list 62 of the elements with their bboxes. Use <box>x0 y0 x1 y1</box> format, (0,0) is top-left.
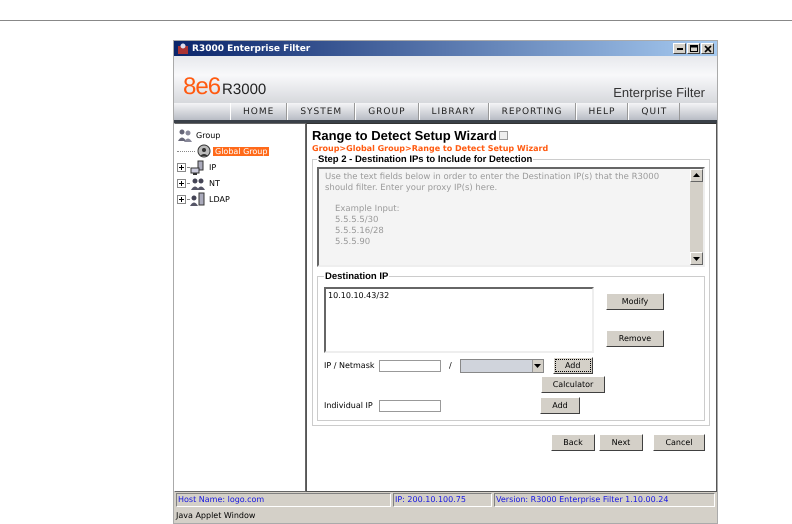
menu-tab[interactable]: HOME <box>230 103 288 120</box>
field-label: IP / Netmask <box>324 361 376 370</box>
ip-list[interactable]: 10.10.10.43/32 <box>324 287 594 353</box>
separator-text: / <box>449 361 452 370</box>
banner-tagline: Enterprise Filter <box>613 85 705 100</box>
close-icon <box>702 44 712 54</box>
add-button[interactable]: Add <box>552 357 593 374</box>
instruction-text: Use the text fields below in order to enter the Destination IP(s) that the R3000 should filter. Enter your proxy IP(s) here. <box>325 172 660 194</box>
expand-toggle[interactable] <box>177 178 186 188</box>
menu-tab[interactable]: REPORTING <box>488 103 576 120</box>
tree-item[interactable]: LDAP <box>207 194 232 204</box>
instruction-text: Example Input: <box>334 204 400 215</box>
maximize-button[interactable] <box>687 43 700 54</box>
instruction-text: 5.5.5.16/28 <box>334 226 385 237</box>
input-field[interactable] <box>379 360 441 372</box>
action-button[interactable]: Remove <box>606 330 664 347</box>
group-title: Destination IP <box>324 271 390 282</box>
close-button[interactable] <box>701 43 714 54</box>
menu-tab[interactable]: LIBRARY <box>418 103 489 120</box>
breadcrumb: Group>Global Group>Range to Detect Setup Wizard <box>312 144 550 153</box>
menu-tab[interactable]: HELP <box>576 103 628 120</box>
logo-mark: 8e6 <box>183 73 220 101</box>
minimize-button[interactable] <box>673 43 686 54</box>
expand-toggle[interactable] <box>177 194 186 204</box>
input-field[interactable] <box>379 400 441 412</box>
users-icon <box>177 128 193 142</box>
action-button[interactable]: Modify <box>606 293 664 310</box>
wizard-button[interactable]: Next <box>599 434 643 451</box>
menu-tab[interactable]: GROUP <box>355 103 419 120</box>
list-item[interactable]: 10.10.10.43/32 <box>328 291 590 300</box>
netmask-dropdown[interactable] <box>460 358 544 372</box>
plus-icon <box>177 162 186 172</box>
instruction-text: 5.5.5.5/30 <box>334 215 380 226</box>
tree-item[interactable]: Group <box>194 130 222 140</box>
instruction-text: 5.5.5.90 <box>334 237 372 248</box>
menu-tab[interactable]: QUIT <box>628 103 680 120</box>
wizard-button[interactable]: Cancel <box>653 434 705 451</box>
plus-icon <box>177 178 186 188</box>
window-title: R3000 Enterprise Filter <box>192 44 312 54</box>
app-icon <box>177 42 189 54</box>
calculator-button[interactable]: Calculator <box>541 376 605 393</box>
menu-tab[interactable]: SYSTEM <box>287 103 356 120</box>
users-icon <box>190 176 206 190</box>
maximize-icon <box>688 44 698 54</box>
minimize-icon <box>676 48 682 50</box>
field-label: Individual IP <box>324 401 374 410</box>
status-field: Version: R3000 Enterprise Filter 1.10.00.24 <box>494 493 715 507</box>
add-button[interactable]: Add <box>540 397 580 414</box>
group-title: Step 2 - Destination IPs to Include for Detection <box>317 154 534 165</box>
status-field: Host Name: logo.com <box>176 493 391 507</box>
logo-product: R3000 <box>222 81 266 98</box>
tree-item[interactable]: IP <box>207 162 218 172</box>
status-field: IP: 200.10.100.75 <box>393 493 492 507</box>
expand-toggle[interactable] <box>177 162 186 172</box>
globe-user-icon <box>196 144 212 158</box>
caret-icon <box>534 364 542 368</box>
tree-item[interactable]: NT <box>207 178 222 188</box>
plus-icon <box>177 194 186 204</box>
wizard-title: Range to Detect Setup Wizard <box>312 128 497 143</box>
applet-label: Java Applet Window <box>174 510 256 522</box>
wizard-button[interactable]: Back <box>551 434 595 451</box>
scrollbar[interactable] <box>690 169 703 265</box>
